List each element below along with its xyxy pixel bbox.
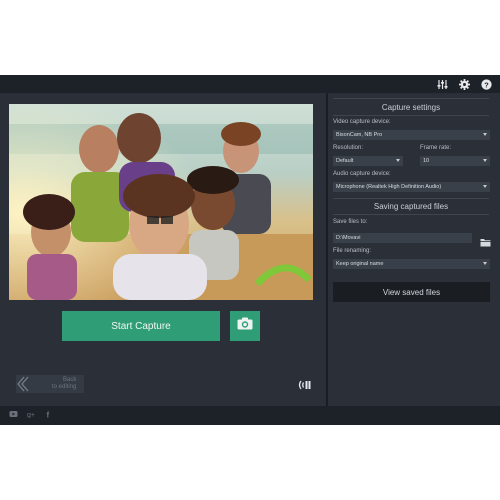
- chevron-down-icon: [483, 159, 487, 162]
- folder-icon[interactable]: [480, 234, 491, 252]
- file-renaming-select[interactable]: Keep original name: [333, 259, 490, 269]
- save-folder-field[interactable]: D:\Movavi: [333, 233, 472, 243]
- camera-icon: [237, 317, 253, 335]
- view-saved-files-button[interactable]: View saved files: [333, 282, 490, 302]
- chevron-down-icon: [396, 159, 400, 162]
- google-plus-icon[interactable]: g+: [27, 410, 37, 420]
- equalizer-icon[interactable]: [436, 78, 448, 90]
- capture-window: ? Start Capture Back to editing Capture …: [0, 75, 500, 425]
- audio-device-label: Audio capture device:: [333, 171, 391, 177]
- youtube-icon[interactable]: [9, 410, 18, 420]
- start-capture-button[interactable]: Start Capture: [62, 311, 220, 341]
- title-bar: ?: [0, 75, 500, 93]
- webcam-signal-icon[interactable]: [298, 378, 312, 396]
- resolution-select[interactable]: Default: [333, 156, 403, 166]
- separator: [333, 115, 489, 116]
- chevron-down-icon: [483, 133, 487, 136]
- svg-text:f: f: [47, 411, 50, 419]
- settings-panel: Capture settings Video capture device: B…: [328, 93, 500, 406]
- back-label: Back to editing: [52, 377, 77, 390]
- back-to-editing-button[interactable]: Back to editing: [16, 375, 84, 393]
- resolution-label: Resolution:: [333, 145, 364, 151]
- saving-files-title: Saving captured files: [373, 202, 449, 211]
- help-icon[interactable]: ?: [480, 78, 492, 90]
- svg-text:g+: g+: [27, 412, 35, 418]
- save-to-label: Save files to:: [333, 219, 368, 225]
- separator: [333, 214, 489, 215]
- chevron-down-icon: [483, 185, 487, 188]
- frame-rate-select[interactable]: 10: [420, 156, 490, 166]
- snapshot-button[interactable]: [230, 311, 260, 341]
- capture-area: Start Capture Back to editing: [0, 93, 326, 406]
- audio-device-select[interactable]: Microphone (Realtek High Definition Audi…: [333, 182, 490, 192]
- renaming-label: File renaming:: [333, 248, 372, 254]
- svg-text:?: ?: [484, 80, 489, 89]
- video-device-label: Video capture device:: [333, 119, 391, 125]
- capture-settings-title: Capture settings: [381, 103, 441, 112]
- separator: [333, 98, 489, 99]
- gear-icon[interactable]: [458, 78, 470, 90]
- frame-rate-label: Frame rate:: [420, 145, 452, 151]
- chevron-left-icon: [16, 375, 30, 393]
- status-bar: g+ f: [0, 406, 500, 425]
- chevron-down-icon: [483, 262, 487, 265]
- webcam-preview: [9, 104, 313, 300]
- separator: [333, 198, 489, 199]
- facebook-icon[interactable]: f: [46, 410, 52, 420]
- video-device-select[interactable]: BisonCam, NB Pro: [333, 130, 490, 140]
